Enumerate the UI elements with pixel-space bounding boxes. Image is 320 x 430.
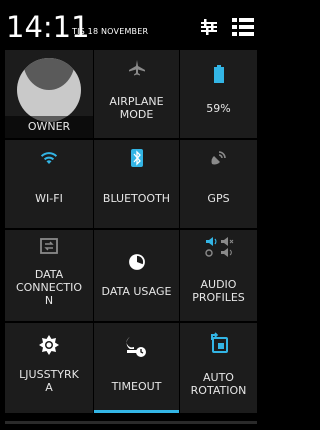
quick-settings-grid: OWNER AIRPLANE MODE 59% WI-FI BLUETOOTH [5,50,257,413]
audio-profiles-icon [204,237,233,257]
tile-airplane-mode[interactable]: AIRPLANE MODE [94,50,179,138]
tile-battery-label: 59% [206,102,231,115]
tile-data-connection-label: DATA CONNECTIO N [15,268,83,307]
airplane-icon [128,60,145,76]
tile-timeout-label: TIMEOUT [111,380,162,393]
gps-icon [210,151,226,165]
tile-wifi-label: WI-FI [35,192,63,205]
wifi-icon [40,152,58,164]
tile-battery[interactable]: 59% [180,50,257,138]
tile-bluetooth-label: BLUETOOTH [102,192,171,205]
settings-sliders-icon[interactable] [200,18,218,36]
data-usage-icon [128,254,145,270]
brightness-icon [39,335,59,355]
status-header: 14:11 TIS 18 NOVEMBER [0,0,260,50]
tile-owner-label: OWNER [27,120,71,133]
data-connection-icon [40,238,58,254]
tile-gps[interactable]: GPS [180,140,257,228]
tile-owner[interactable]: OWNER [5,50,93,138]
tile-brightness-label: LJUSSTYRK A [19,368,79,394]
clock-date: TIS 18 NOVEMBER [72,27,149,36]
bluetooth-icon [130,149,143,167]
tile-audio-profiles-label: AUDIO PROFILES [192,278,245,304]
tile-bluetooth[interactable]: BLUETOOTH [94,140,179,228]
battery-icon [213,65,224,83]
auto-rotation-icon [210,332,228,353]
tile-airplane-label: AIRPLANE MODE [109,95,164,121]
tile-auto-rotation[interactable]: AUTO ROTATION [180,323,257,413]
tile-timeout[interactable]: TIMEOUT [94,323,179,413]
timeout-icon [126,337,146,357]
tile-wifi[interactable]: WI-FI [5,140,93,228]
tile-brightness[interactable]: LJUSSTYRK A [5,323,93,413]
tile-data-usage-label: DATA USAGE [101,285,172,298]
list-menu-icon[interactable] [232,16,254,38]
bottom-handle-bar[interactable] [5,421,257,424]
tile-data-usage[interactable]: DATA USAGE [94,230,179,321]
tile-data-connection[interactable]: DATA CONNECTIO N [5,230,93,321]
tile-auto-rotation-label: AUTO ROTATION [190,371,247,397]
tile-gps-label: GPS [207,192,230,205]
tile-audio-profiles[interactable]: AUDIO PROFILES [180,230,257,321]
owner-avatar [17,58,81,122]
